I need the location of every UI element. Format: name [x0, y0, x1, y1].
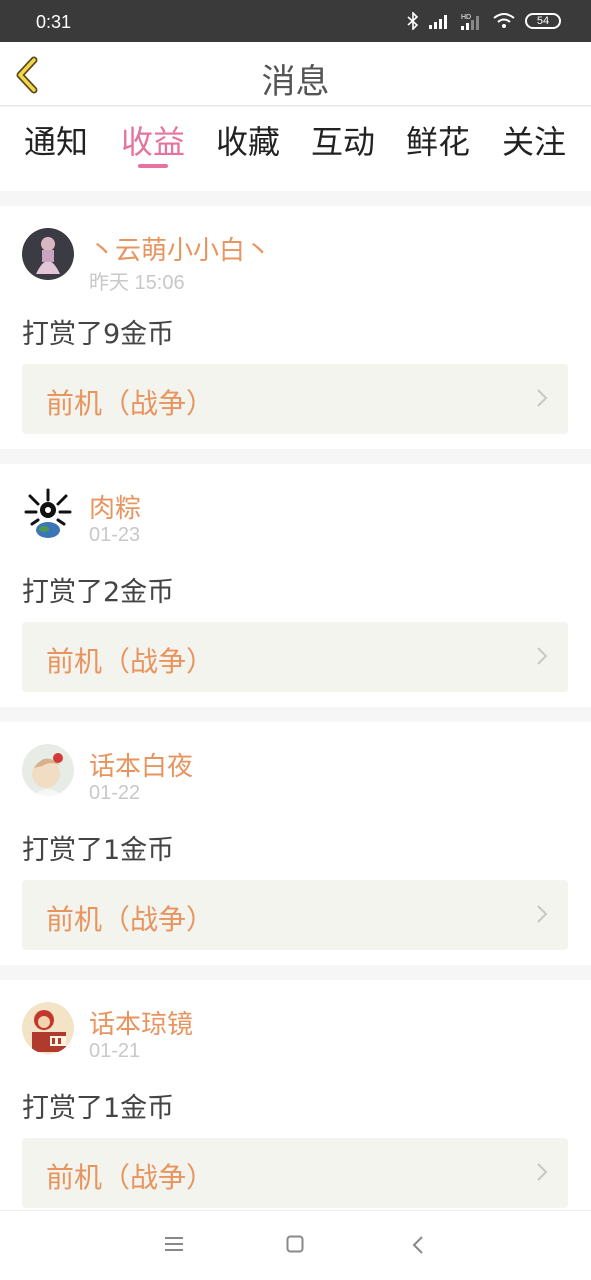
signal-icon	[429, 15, 447, 29]
tab-interactions[interactable]: 互动	[298, 117, 388, 163]
chevron-right-icon	[537, 647, 548, 665]
avatar-cartoon-icon[interactable]	[22, 1002, 74, 1054]
work-link[interactable]: 前机（战争）	[22, 1138, 568, 1208]
work-title: 前机（战争）	[46, 387, 215, 420]
work-title: 前机（战争）	[46, 1161, 215, 1194]
active-tab-indicator	[138, 164, 168, 168]
back-nav-icon[interactable]	[412, 1235, 424, 1255]
app-header: 消息	[0, 42, 591, 106]
user-name[interactable]: 肉粽	[89, 488, 141, 525]
status-time: 0:31	[36, 12, 72, 32]
message-card: 话本琼镜 01-21 打赏了1金币 前机（战争）	[0, 980, 591, 1223]
message-list: 丶云萌小小白丶 昨天 15:06 打赏了9金币 前机（战争） 肉粽 01-23 …	[0, 206, 591, 1238]
message-card: 肉粽 01-23 打赏了2金币 前机（战争）	[0, 464, 591, 707]
wifi-icon	[493, 13, 515, 28]
page-title: 消息	[261, 62, 330, 102]
tab-flowers[interactable]: 鲜花	[393, 117, 483, 163]
battery-icon: 54	[525, 13, 561, 29]
work-link[interactable]: 前机（战争）	[22, 880, 568, 950]
reward-text: 打赏了9金币	[22, 319, 175, 350]
avatar-girl-icon[interactable]	[22, 228, 74, 280]
work-title: 前机（战争）	[46, 903, 215, 936]
timestamp: 昨天 15:06	[89, 272, 185, 294]
reward-text: 打赏了1金币	[22, 835, 175, 866]
system-nav-bar	[0, 1210, 591, 1280]
menu-icon[interactable]	[164, 1235, 184, 1253]
signal-hd-icon: HD	[461, 14, 479, 30]
tab-favorites[interactable]: 收藏	[203, 117, 293, 163]
user-name[interactable]: 丶云萌小小白丶	[89, 230, 271, 267]
user-name[interactable]: 话本白夜	[89, 746, 193, 783]
chevron-right-icon	[537, 905, 548, 923]
work-link[interactable]: 前机（战争）	[22, 364, 568, 434]
avatar-planet-icon[interactable]	[22, 486, 74, 538]
tab-bar: 通知 收益 收藏 互动 鲜花 关注	[0, 107, 591, 191]
timestamp: 01-23	[89, 524, 141, 546]
bluetooth-icon	[407, 12, 419, 30]
status-bar: 0:31 HD 54	[0, 0, 591, 42]
avatar-flower-icon[interactable]	[22, 744, 74, 796]
chevron-right-icon	[537, 1163, 548, 1181]
tab-notifications[interactable]: 通知	[11, 117, 101, 163]
chevron-right-icon	[537, 389, 548, 407]
status-icons: HD 54	[407, 12, 561, 30]
user-name[interactable]: 话本琼镜	[89, 1004, 193, 1041]
message-card: 丶云萌小小白丶 昨天 15:06 打赏了9金币 前机（战争）	[0, 206, 591, 449]
reward-text: 打赏了2金币	[22, 577, 175, 608]
timestamp: 01-22	[89, 782, 141, 804]
work-link[interactable]: 前机（战争）	[22, 622, 568, 692]
timestamp: 01-21	[89, 1040, 141, 1062]
work-title: 前机（战争）	[46, 645, 215, 678]
tab-following[interactable]: 关注	[489, 117, 579, 163]
reward-text: 打赏了1金币	[22, 1093, 175, 1124]
tab-earnings[interactable]: 收益	[108, 117, 198, 163]
message-card: 话本白夜 01-22 打赏了1金币 前机（战争）	[0, 722, 591, 965]
home-icon[interactable]	[286, 1235, 304, 1253]
svg-text:HD: HD	[461, 14, 471, 21]
